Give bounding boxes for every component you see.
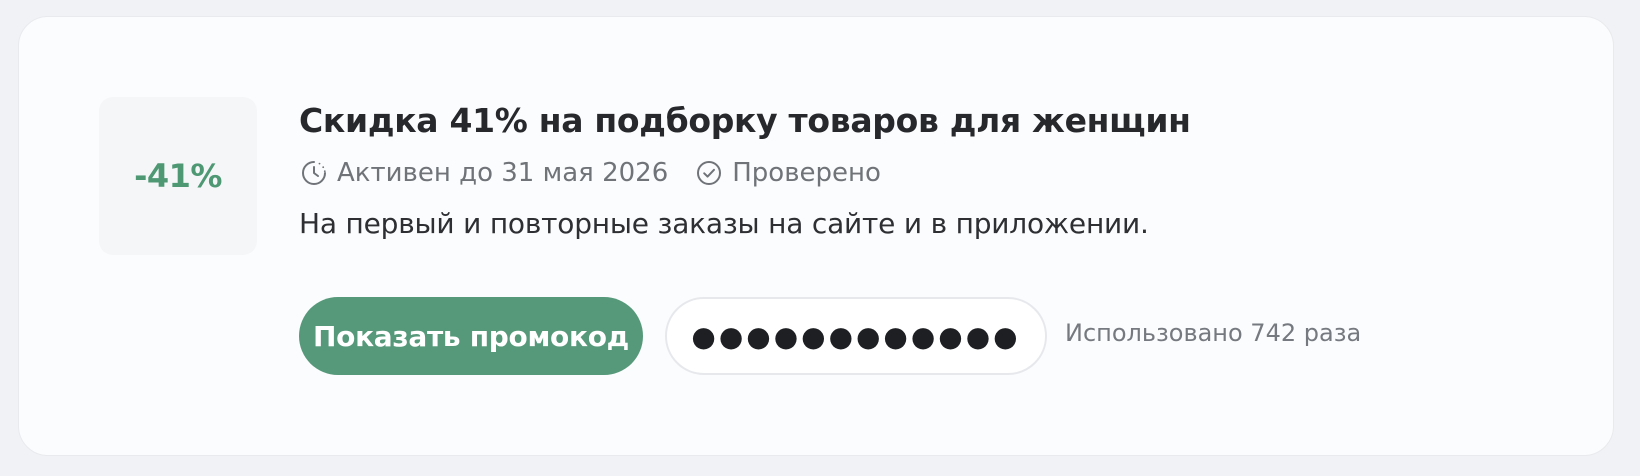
masked-promo-code[interactable]: ●●●●●●●●●●●● xyxy=(665,297,1047,375)
discount-tile: -41% xyxy=(99,97,257,255)
check-circle-icon xyxy=(694,158,724,188)
usage-count: Использовано 742 раза xyxy=(1065,319,1362,347)
promo-title: Скидка 41% на подборку товаров для женщи… xyxy=(299,101,1191,140)
promo-meta: Активен до 31 мая 2026 Проверено xyxy=(299,155,881,191)
active-until: Активен до 31 мая 2026 xyxy=(299,158,668,188)
active-until-text: Активен до 31 мая 2026 xyxy=(337,158,669,188)
show-promo-code-button[interactable]: Показать промокод xyxy=(299,297,643,375)
promo-card: -41% Скидка 41% на подборку товаров для … xyxy=(18,16,1614,456)
discount-value: -41% xyxy=(134,157,222,195)
verified-status: Проверено xyxy=(694,158,881,188)
promo-description: На первый и повторные заказы на сайте и … xyxy=(299,207,1149,240)
verified-text: Проверено xyxy=(732,158,881,188)
clock-icon xyxy=(299,158,329,188)
